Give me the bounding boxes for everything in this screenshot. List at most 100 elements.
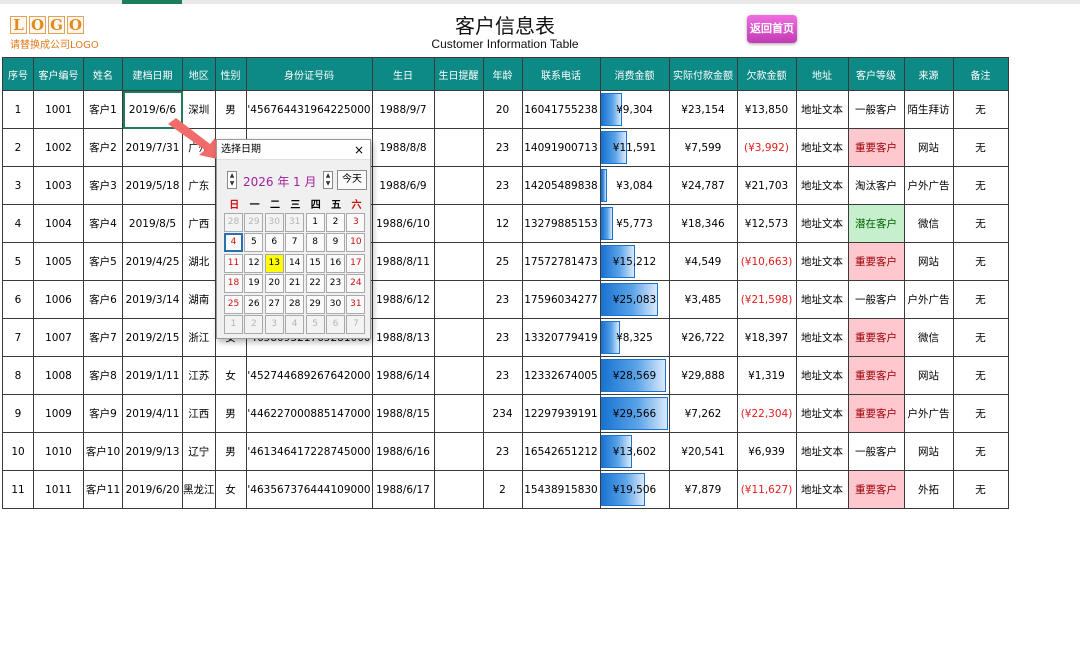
column-header[interactable]: 地区: [182, 57, 216, 91]
birthday-cell[interactable]: 1988/8/13: [371, 318, 435, 357]
seq-cell[interactable]: 9: [2, 394, 34, 433]
column-header[interactable]: 身份证号码: [245, 57, 373, 91]
customer-id-cell[interactable]: 1002: [33, 128, 84, 167]
customer-id-cell[interactable]: 1005: [33, 242, 84, 281]
spend-amount-cell[interactable]: ¥9,304: [599, 90, 670, 129]
spin-up-icon[interactable]: ▲: [324, 172, 332, 180]
calendar-day[interactable]: 15: [305, 253, 325, 273]
region-cell[interactable]: 广西: [182, 204, 216, 243]
source-cell[interactable]: 微信: [903, 318, 954, 357]
birthday-reminder-cell[interactable]: [433, 432, 484, 471]
birthday-cell[interactable]: 1988/8/8: [371, 128, 435, 167]
name-cell[interactable]: 客户2: [83, 128, 123, 167]
debt-amount-cell[interactable]: (¥10,663): [736, 242, 797, 281]
birthday-cell[interactable]: 1988/6/10: [371, 204, 435, 243]
birthday-reminder-cell[interactable]: [433, 470, 484, 509]
paid-amount-cell[interactable]: ¥7,262: [668, 394, 738, 433]
source-cell[interactable]: 微信: [903, 204, 954, 243]
gender-cell[interactable]: 男: [214, 394, 247, 433]
id-card-cell[interactable]: '446227000885147000: [245, 394, 373, 433]
calendar-day[interactable]: 14: [285, 253, 305, 273]
id-card-cell[interactable]: '461346417228745000: [245, 432, 373, 471]
calendar-day[interactable]: 12: [244, 253, 264, 273]
calendar-day[interactable]: 30: [264, 213, 284, 232]
seq-cell[interactable]: 6: [2, 280, 34, 319]
calendar-day[interactable]: 26: [244, 294, 264, 314]
column-header[interactable]: 生日提醒: [433, 57, 484, 91]
debt-amount-cell[interactable]: ¥13,850: [736, 90, 797, 129]
customer-id-cell[interactable]: 1004: [33, 204, 84, 243]
calendar-day[interactable]: 8: [305, 233, 325, 253]
note-cell[interactable]: 无: [952, 242, 1009, 281]
calendar-day[interactable]: 2: [244, 314, 264, 334]
created-date-cell[interactable]: 2019/5/18: [122, 166, 183, 205]
source-cell[interactable]: 外拓: [903, 470, 954, 509]
gender-cell[interactable]: 女: [214, 470, 247, 509]
gender-cell[interactable]: 女: [214, 356, 247, 395]
phone-cell[interactable]: 15438915830: [521, 470, 601, 509]
birthday-cell[interactable]: 1988/8/15: [371, 394, 435, 433]
customer-id-cell[interactable]: 1006: [33, 280, 84, 319]
paid-amount-cell[interactable]: ¥4,549: [668, 242, 738, 281]
calendar-day[interactable]: 20: [264, 274, 284, 294]
birthday-reminder-cell[interactable]: [433, 280, 484, 319]
phone-cell[interactable]: 16041755238: [521, 90, 601, 129]
name-cell[interactable]: 客户3: [83, 166, 123, 205]
calendar-day[interactable]: 4: [285, 314, 305, 334]
address-cell[interactable]: 地址文本: [795, 318, 849, 357]
region-cell[interactable]: 湖北: [182, 242, 216, 281]
birthday-reminder-cell[interactable]: [433, 128, 484, 167]
calendar-day[interactable]: 4: [224, 233, 243, 253]
spend-amount-cell[interactable]: ¥11,591: [599, 128, 670, 167]
birthday-cell[interactable]: 1988/9/7: [371, 90, 435, 129]
calendar-day[interactable]: 18: [224, 274, 243, 294]
calendar-day[interactable]: 28: [285, 294, 305, 314]
customer-id-cell[interactable]: 1007: [33, 318, 84, 357]
calendar-day[interactable]: 9: [325, 233, 345, 253]
birthday-reminder-cell[interactable]: [433, 204, 484, 243]
close-icon[interactable]: ×: [353, 140, 365, 160]
debt-amount-cell[interactable]: ¥21,703: [736, 166, 797, 205]
calendar-day[interactable]: 3: [264, 314, 284, 334]
seq-cell[interactable]: 2: [2, 128, 34, 167]
calendar-day[interactable]: 5: [244, 233, 264, 253]
birthday-reminder-cell[interactable]: [433, 394, 484, 433]
calendar-day[interactable]: 16: [325, 253, 345, 273]
address-cell[interactable]: 地址文本: [795, 280, 849, 319]
calendar-day[interactable]: 30: [325, 294, 345, 314]
column-header[interactable]: 备注: [952, 57, 1009, 91]
spend-amount-cell[interactable]: ¥28,569: [599, 356, 670, 395]
debt-amount-cell[interactable]: (¥11,627): [736, 470, 797, 509]
phone-cell[interactable]: 13320779419: [521, 318, 601, 357]
column-header[interactable]: 来源: [903, 57, 954, 91]
age-cell[interactable]: 25: [482, 242, 523, 281]
address-cell[interactable]: 地址文本: [795, 356, 849, 395]
birthday-cell[interactable]: 1988/6/9: [371, 166, 435, 205]
name-cell[interactable]: 客户8: [83, 356, 123, 395]
source-cell[interactable]: 户外广告: [903, 394, 954, 433]
month-spinner[interactable]: ▲ ▼: [323, 171, 333, 189]
age-cell[interactable]: 23: [482, 280, 523, 319]
spend-amount-cell[interactable]: ¥13,602: [599, 432, 670, 471]
calendar-day[interactable]: 6: [325, 314, 345, 334]
debt-amount-cell[interactable]: ¥1,319: [736, 356, 797, 395]
phone-cell[interactable]: 17596034277: [521, 280, 601, 319]
id-card-cell[interactable]: '463567376444109000: [245, 470, 373, 509]
calendar-day[interactable]: 31: [346, 294, 366, 314]
created-date-cell[interactable]: 2019/6/20: [122, 470, 183, 509]
paid-amount-cell[interactable]: ¥7,879: [668, 470, 738, 509]
address-cell[interactable]: 地址文本: [795, 242, 849, 281]
calendar-day[interactable]: 7: [285, 233, 305, 253]
debt-amount-cell[interactable]: (¥21,598): [736, 280, 797, 319]
customer-id-cell[interactable]: 1010: [33, 432, 84, 471]
name-cell[interactable]: 客户6: [83, 280, 123, 319]
calendar-day[interactable]: 27: [264, 294, 284, 314]
customer-level-cell[interactable]: 潜在客户: [847, 204, 905, 243]
calendar-day[interactable]: 22: [305, 274, 325, 294]
age-cell[interactable]: 23: [482, 166, 523, 205]
name-cell[interactable]: 客户4: [83, 204, 123, 243]
region-cell[interactable]: 辽宁: [182, 432, 216, 471]
paid-amount-cell[interactable]: ¥29,888: [668, 356, 738, 395]
paid-amount-cell[interactable]: ¥3,485: [668, 280, 738, 319]
calendar-day[interactable]: 29: [244, 213, 264, 232]
